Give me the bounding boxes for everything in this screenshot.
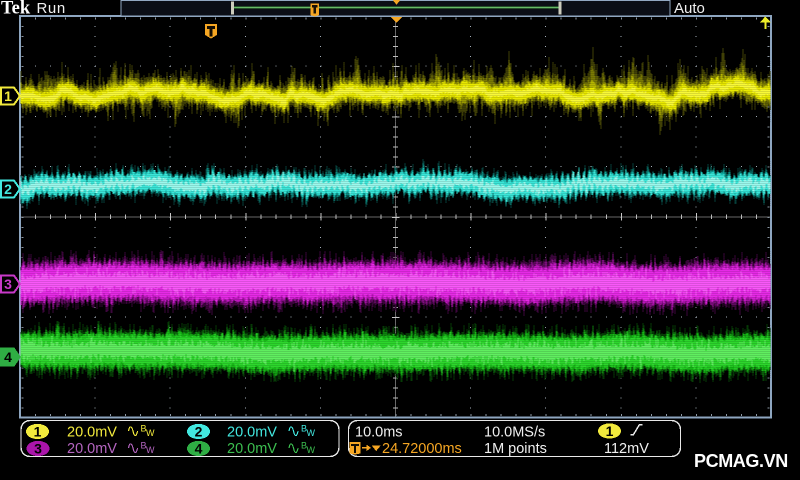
svg-text:W: W xyxy=(307,445,316,455)
svg-text:1: 1 xyxy=(4,88,12,104)
svg-text:W: W xyxy=(146,445,155,455)
svg-text:Tek: Tek xyxy=(1,0,31,19)
svg-text:PCMAG.VN: PCMAG.VN xyxy=(694,451,788,471)
svg-text:3: 3 xyxy=(34,441,42,457)
svg-text:1: 1 xyxy=(34,424,42,440)
svg-text:10.0ms: 10.0ms xyxy=(355,425,403,441)
svg-text:2: 2 xyxy=(195,424,203,440)
svg-text:10.0MS/s: 10.0MS/s xyxy=(484,425,545,441)
svg-text:24.72000ms: 24.72000ms xyxy=(382,441,462,457)
svg-text:1: 1 xyxy=(606,423,614,439)
svg-text:20.0mV: 20.0mV xyxy=(67,425,117,441)
svg-text:2: 2 xyxy=(4,181,12,197)
svg-text:W: W xyxy=(307,428,316,438)
svg-text:W: W xyxy=(146,428,155,438)
svg-text:20.0mV: 20.0mV xyxy=(67,441,117,457)
svg-text:112mV: 112mV xyxy=(604,441,649,457)
svg-text:4: 4 xyxy=(4,349,12,365)
svg-text:1M points: 1M points xyxy=(484,441,547,457)
svg-text:Auto: Auto xyxy=(674,0,705,17)
svg-text:20.0mV: 20.0mV xyxy=(227,425,277,441)
svg-text:3: 3 xyxy=(4,276,12,292)
svg-text:Run: Run xyxy=(37,0,66,17)
svg-text:4: 4 xyxy=(195,441,203,457)
svg-text:20.0mV: 20.0mV xyxy=(227,441,277,457)
